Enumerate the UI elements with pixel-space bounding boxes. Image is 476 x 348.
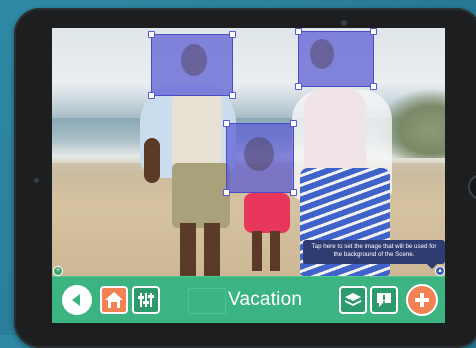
bottom-toolbar: Vacation [52, 276, 445, 323]
face-shadow [244, 137, 274, 171]
layers-icon [345, 293, 361, 306]
man-arm [144, 138, 160, 183]
layers-button[interactable] [339, 286, 367, 314]
alert-button[interactable] [370, 286, 398, 314]
face-shadow [181, 44, 207, 76]
hotspot-girl-face[interactable] [223, 120, 297, 196]
front-camera [341, 20, 347, 26]
man-shorts [172, 163, 230, 228]
side-sensor [34, 178, 39, 183]
resize-handle[interactable] [229, 92, 236, 99]
add-hotspot-small-icon[interactable]: + [53, 266, 63, 276]
girl-figure [244, 193, 290, 233]
sliders-icon [138, 293, 154, 307]
man-leg [204, 223, 220, 276]
man-shirt [172, 93, 222, 168]
woman-top [304, 88, 366, 178]
scene-canvas[interactable] [52, 28, 445, 276]
resize-handle[interactable] [229, 31, 236, 38]
face-shadow [310, 39, 334, 69]
resize-handle[interactable] [295, 28, 302, 35]
resize-handle[interactable] [148, 31, 155, 38]
man-leg [180, 223, 196, 276]
girl-leg [252, 231, 262, 271]
resize-handle[interactable] [148, 92, 155, 99]
arrow-left-icon [72, 294, 80, 306]
settings-button[interactable] [132, 286, 160, 314]
tooltip-text: Tap here to set the image that will be u… [311, 243, 437, 258]
hotspot-man-face[interactable] [148, 31, 236, 99]
add-button[interactable] [406, 284, 438, 316]
hotspot-woman-face[interactable] [295, 28, 377, 90]
device-home-button[interactable] [468, 174, 476, 200]
plus-icon [415, 293, 429, 307]
resize-handle[interactable] [370, 83, 377, 90]
back-button[interactable] [62, 285, 92, 315]
resize-handle[interactable] [223, 120, 230, 127]
girl-leg [270, 231, 280, 271]
resize-handle[interactable] [290, 120, 297, 127]
scene-thumbnail-slot[interactable] [188, 288, 226, 314]
home-icon [105, 292, 123, 308]
resize-handle[interactable] [223, 189, 230, 196]
resize-handle[interactable] [295, 83, 302, 90]
resize-handle[interactable] [370, 28, 377, 35]
exclamation-icon [377, 293, 391, 307]
scene-title[interactable]: Vacation [228, 286, 302, 314]
home-button[interactable] [100, 286, 128, 314]
background-tooltip[interactable]: Tap here to set the image that will be u… [303, 240, 445, 269]
resize-handle[interactable] [290, 189, 297, 196]
